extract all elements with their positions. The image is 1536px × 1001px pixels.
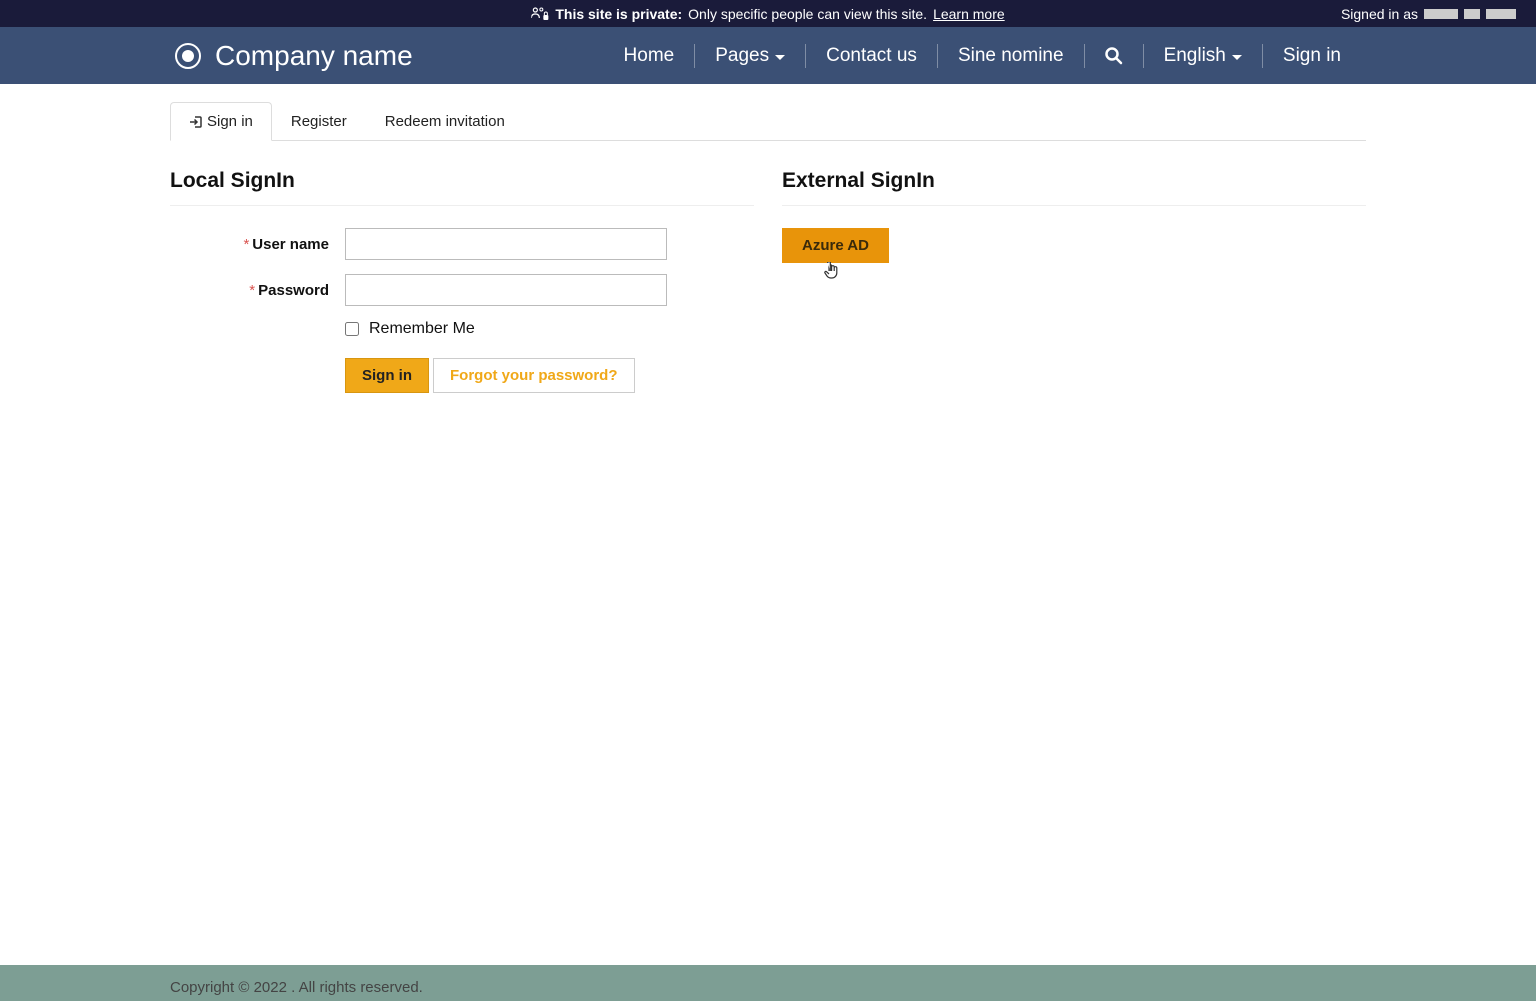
- username-label: *User name: [170, 236, 345, 253]
- nav-home-label: Home: [624, 45, 675, 67]
- tab-register-label: Register: [291, 113, 347, 130]
- footer: Copyright © 2022 . All rights reserved.: [0, 965, 1536, 1001]
- nav-contact-label: Contact us: [826, 45, 917, 67]
- redacted-name: [1486, 9, 1516, 19]
- nav-signin[interactable]: Sign in: [1263, 41, 1361, 71]
- people-lock-icon: [531, 7, 549, 21]
- brand-name: Company name: [215, 40, 413, 72]
- external-signin-heading: External SignIn: [782, 169, 1366, 206]
- remember-me-label[interactable]: Remember Me: [369, 320, 475, 338]
- local-signin-section: Local SignIn *User name *Password: [170, 169, 754, 407]
- signed-in-label: Signed in as: [1341, 6, 1418, 22]
- username-input[interactable]: [345, 228, 667, 260]
- azure-ad-label: Azure AD: [802, 237, 869, 254]
- main-navbar: Company name Home Pages Contact us Sine …: [0, 27, 1536, 84]
- cursor-pointer-icon: [824, 262, 840, 285]
- signed-in-status: Signed in as: [1341, 6, 1516, 22]
- nav-pages[interactable]: Pages: [695, 41, 805, 71]
- nav-language[interactable]: English: [1144, 41, 1262, 71]
- learn-more-link[interactable]: Learn more: [933, 6, 1005, 22]
- nav-signin-label: Sign in: [1283, 45, 1341, 67]
- nav-search[interactable]: [1085, 41, 1143, 71]
- copyright-text: Copyright © 2022 . All rights reserved.: [170, 979, 423, 996]
- nav-pages-label: Pages: [715, 45, 769, 67]
- private-label: This site is private:: [555, 6, 682, 22]
- nav-home[interactable]: Home: [604, 41, 695, 71]
- redacted-name: [1464, 9, 1480, 19]
- local-signin-heading: Local SignIn: [170, 169, 754, 206]
- nav-sine-label: Sine nomine: [958, 45, 1064, 67]
- private-site-banner: This site is private: Only specific peop…: [0, 0, 1536, 27]
- forgot-password-button[interactable]: Forgot your password?: [433, 358, 635, 393]
- brand[interactable]: Company name: [175, 40, 413, 72]
- tab-redeem[interactable]: Redeem invitation: [366, 102, 524, 140]
- auth-tabs: Sign in Register Redeem invitation: [170, 102, 1366, 141]
- tab-redeem-label: Redeem invitation: [385, 113, 505, 130]
- nav-sine-nomine[interactable]: Sine nomine: [938, 41, 1084, 71]
- chevron-down-icon: [1232, 55, 1242, 60]
- nav-language-label: English: [1164, 45, 1226, 67]
- signin-icon: [189, 115, 203, 129]
- signin-button[interactable]: Sign in: [345, 358, 429, 393]
- password-label: *Password: [170, 282, 345, 299]
- tab-signin[interactable]: Sign in: [170, 102, 272, 141]
- remember-me-checkbox[interactable]: [345, 322, 359, 336]
- search-icon: [1105, 47, 1123, 65]
- tab-register[interactable]: Register: [272, 102, 366, 140]
- password-input[interactable]: [345, 274, 667, 306]
- azure-ad-button[interactable]: Azure AD: [782, 228, 889, 263]
- private-desc: Only specific people can view this site.: [688, 6, 927, 22]
- brand-logo-icon: [175, 43, 201, 69]
- chevron-down-icon: [775, 55, 785, 60]
- tab-signin-label: Sign in: [207, 113, 253, 130]
- external-signin-section: External SignIn Azure AD: [782, 169, 1366, 407]
- nav-contact[interactable]: Contact us: [806, 41, 937, 71]
- redacted-name: [1424, 9, 1458, 19]
